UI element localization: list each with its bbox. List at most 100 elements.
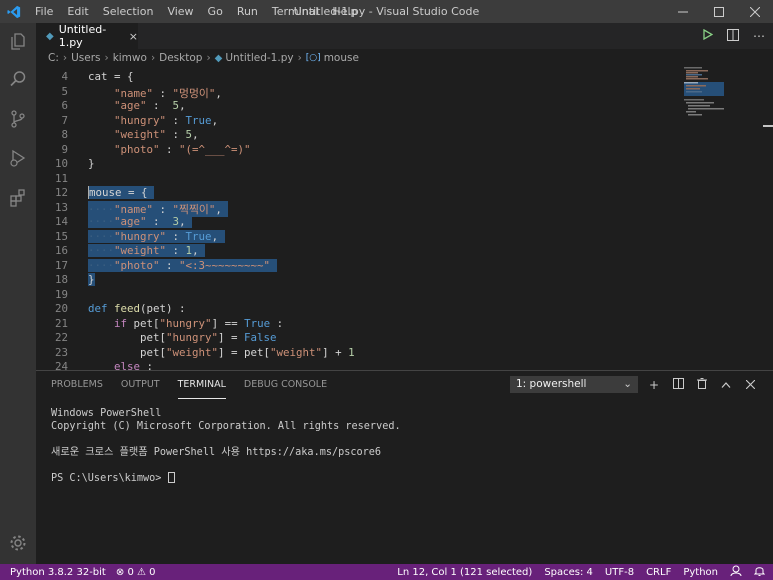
run-debug-icon[interactable] <box>0 140 36 176</box>
line-number: 5 <box>61 84 68 98</box>
kill-terminal-icon[interactable] <box>696 378 708 392</box>
language-mode[interactable]: Python <box>683 567 718 578</box>
menu-terminal[interactable]: Terminal <box>265 0 326 23</box>
more-actions-icon[interactable]: ⋯ <box>753 29 765 43</box>
terminal-select-value: 1: powershell <box>516 378 587 390</box>
minimize-icon[interactable] <box>665 0 701 23</box>
code-line: 17 ····"photo" : "<:3~~~~~~~~~" <box>36 258 773 274</box>
breadcrumb-item[interactable]: Desktop <box>159 52 202 64</box>
code-line: 10} <box>36 157 773 172</box>
tab-close-icon[interactable]: × <box>129 30 138 43</box>
menu-run[interactable]: Run <box>230 0 265 23</box>
breadcrumb-symbol[interactable]: mouse <box>324 52 359 64</box>
menu-file[interactable]: File <box>28 0 60 23</box>
code-text: } <box>88 273 95 286</box>
tab-untitled-1[interactable]: ◆ Untitled-1.py × <box>36 23 138 49</box>
code-editor[interactable]: 4 cat = {5 "name" : "멍멍이", 6 "age" : 5, 7 "… <box>36 67 773 370</box>
chevron-right-icon: › <box>297 52 302 64</box>
terminal-output[interactable]: Windows PowerShell Copyright (C) Microso… <box>51 407 401 485</box>
source-control-icon[interactable] <box>0 101 36 137</box>
tab-problems[interactable]: PROBLEMS <box>51 371 103 399</box>
run-icon[interactable] <box>703 28 714 43</box>
line-number: 13 <box>54 200 68 214</box>
chevron-right-icon: › <box>104 52 109 64</box>
cursor-position[interactable]: Ln 12, Col 1 (121 selected) <box>397 567 532 578</box>
code-line: 8 "weight" : 5, <box>36 128 773 143</box>
menu-bar: File Edit Selection View Go Run Terminal… <box>28 0 364 23</box>
editor-scrollbar[interactable] <box>763 67 773 370</box>
new-terminal-icon[interactable]: + <box>648 378 660 392</box>
code-text: ····"hungry" : True, <box>88 229 225 243</box>
tab-debug-console[interactable]: DEBUG CONSOLE <box>244 371 327 399</box>
symbol-variable-icon: [○] <box>305 53 321 63</box>
breadcrumb-item[interactable]: Users <box>71 52 100 64</box>
code-line: 5 "name" : "멍멍이", <box>36 85 773 100</box>
terminal-line: Windows PowerShell <box>51 408 162 419</box>
bottom-panel: PROBLEMS OUTPUT TERMINAL DEBUG CONSOLE 1… <box>36 370 773 564</box>
code-text: "photo" : "(=^___^=)" <box>114 142 251 156</box>
menu-help[interactable]: Help <box>325 0 364 23</box>
code-line: 7 "hungry" : True, <box>36 114 773 129</box>
minimap[interactable] <box>684 67 764 127</box>
code-line: 12 mouse = { <box>36 186 773 201</box>
notifications-bell-icon[interactable] <box>753 565 766 579</box>
vscode-logo-icon <box>0 0 28 23</box>
terminal-prompt-line: PS C:\Users\kimwo> <box>51 472 401 485</box>
line-number: 19 <box>54 287 68 301</box>
manage-gear-icon[interactable] <box>0 525 36 561</box>
end-of-line[interactable]: CRLF <box>646 567 671 578</box>
activity-bar <box>0 23 36 564</box>
code-line: 11 <box>36 172 773 187</box>
maximize-icon[interactable] <box>701 0 737 23</box>
extensions-icon[interactable] <box>0 180 36 216</box>
line-number: 4 <box>61 70 68 83</box>
code-text: } <box>88 157 95 170</box>
line-number: 24 <box>54 360 68 370</box>
code-text: "hungry" : True, <box>114 113 219 127</box>
breadcrumb-file[interactable]: Untitled-1.py <box>225 52 293 64</box>
split-terminal-icon[interactable] <box>672 378 684 392</box>
split-editor-icon[interactable] <box>727 28 739 44</box>
line-number: 21 <box>54 316 68 330</box>
line-number: 17 <box>54 258 68 272</box>
problems-indicator[interactable]: ⊗ 0 ⚠ 0 <box>116 567 156 578</box>
python-file-icon: ◆ <box>46 30 54 42</box>
code-line: 16 ····"weight" : 1, <box>36 244 773 259</box>
code-text: if pet["hungry"] == True : <box>114 316 284 330</box>
code-text: pet["hungry"] = False <box>88 331 277 344</box>
explorer-icon[interactable] <box>0 23 36 59</box>
breadcrumb-item[interactable]: C: <box>48 52 59 64</box>
status-bar: Python 3.8.2 32-bit ⊗ 0 ⚠ 0 Ln 12, Col 1… <box>0 564 773 580</box>
editor-tab-bar: ◆ Untitled-1.py × ⋯ <box>36 23 773 49</box>
maximize-panel-icon[interactable] <box>720 378 732 392</box>
indentation[interactable]: Spaces: 4 <box>544 567 593 578</box>
feedback-icon[interactable] <box>730 565 742 579</box>
code-line: 15 ····"hungry" : True, <box>36 229 773 245</box>
python-interpreter[interactable]: Python 3.8.2 32-bit <box>10 567 106 578</box>
close-icon[interactable] <box>737 0 773 23</box>
chevron-down-icon: ⌄ <box>623 378 632 390</box>
chevron-right-icon: › <box>62 52 68 64</box>
menu-edit[interactable]: Edit <box>60 0 95 23</box>
tab-terminal[interactable]: TERMINAL <box>177 371 226 399</box>
chevron-right-icon: › <box>150 52 156 64</box>
line-number: 18 <box>54 273 68 286</box>
breadcrumb-item[interactable]: kimwo <box>113 52 147 64</box>
editor-actions: ⋯ <box>703 23 765 49</box>
search-icon[interactable] <box>0 61 36 97</box>
terminal-select[interactable]: 1: powershell ⌄ <box>510 376 638 393</box>
menu-selection[interactable]: Selection <box>96 0 161 23</box>
line-number: 15 <box>54 229 68 243</box>
code-line: 23 pet["weight"] = pet["weight"] + 1 <box>36 346 773 361</box>
close-panel-icon[interactable] <box>744 378 756 392</box>
panel-tabs: PROBLEMS OUTPUT TERMINAL DEBUG CONSOLE <box>51 371 327 399</box>
encoding[interactable]: UTF-8 <box>605 567 634 578</box>
tab-output[interactable]: OUTPUT <box>121 371 160 399</box>
line-number: 12 <box>54 186 68 199</box>
chevron-right-icon: › <box>206 52 211 64</box>
menu-view[interactable]: View <box>160 0 200 23</box>
menu-go[interactable]: Go <box>201 0 230 23</box>
terminal-prompt: PS C:\Users\kimwo> <box>51 473 168 484</box>
